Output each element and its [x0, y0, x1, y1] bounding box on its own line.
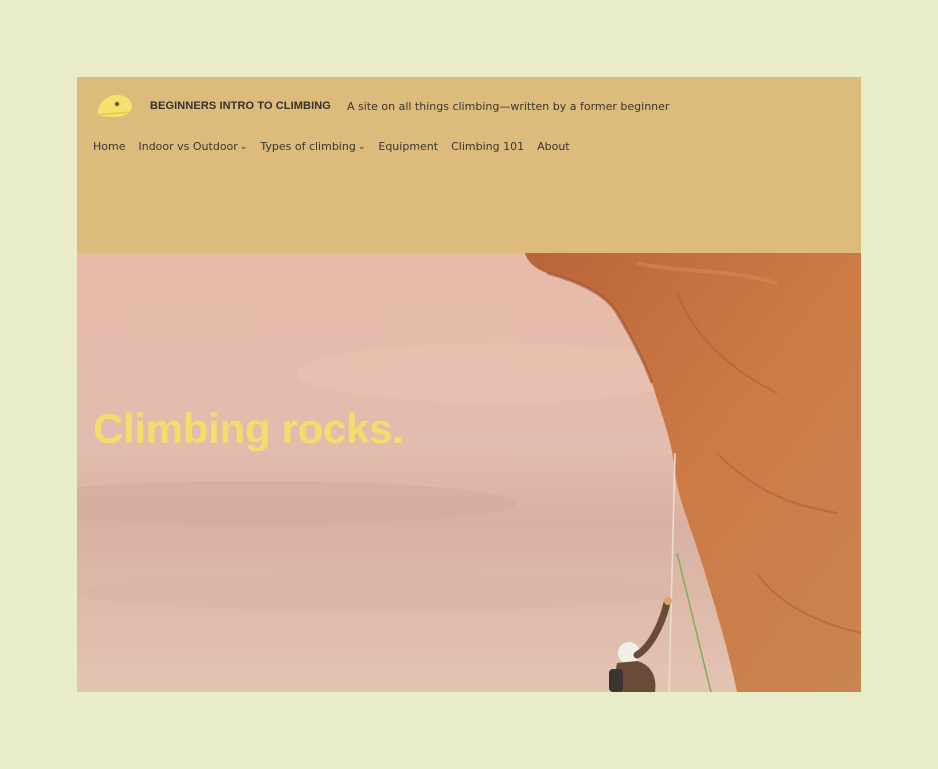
site-header: BEGINNERS INTRO TO CLIMBING A site on al…: [77, 77, 861, 253]
chevron-down-icon[interactable]: ⌄: [240, 142, 248, 152]
hero-cover: Climbing rocks.: [77, 253, 861, 692]
site-title[interactable]: BEGINNERS INTRO TO CLIMBING: [150, 100, 331, 112]
nav-item-label: Home: [93, 140, 126, 153]
main-nav: Home Indoor vs Outdoor ⌄ Types of climbi…: [93, 140, 583, 153]
hero-background-image: [77, 253, 861, 692]
nav-item-equipment[interactable]: Equipment: [378, 140, 438, 153]
nav-item-home[interactable]: Home: [93, 140, 125, 153]
nav-item-label: Indoor vs Outdoor: [138, 140, 238, 153]
nav-item-label: Equipment: [378, 140, 439, 153]
nav-item-about[interactable]: About: [537, 140, 570, 153]
climbing-hold-icon[interactable]: [95, 91, 135, 121]
nav-item-types-of-climbing[interactable]: Types of climbing ⌄: [260, 140, 365, 153]
nav-item-label: Climbing 101: [451, 140, 525, 153]
site-frame: BEGINNERS INTRO TO CLIMBING A site on al…: [77, 77, 861, 692]
nav-item-label: Types of climbing: [260, 140, 356, 153]
nav-item-label: About: [537, 140, 570, 153]
nav-item-indoor-vs-outdoor[interactable]: Indoor vs Outdoor ⌄: [138, 140, 247, 153]
hero-heading: Climbing rocks.: [93, 405, 404, 452]
chevron-down-icon[interactable]: ⌄: [358, 142, 366, 152]
nav-item-climbing-101[interactable]: Climbing 101: [451, 140, 524, 153]
site-tagline: A site on all things climbing—written by…: [347, 100, 670, 113]
